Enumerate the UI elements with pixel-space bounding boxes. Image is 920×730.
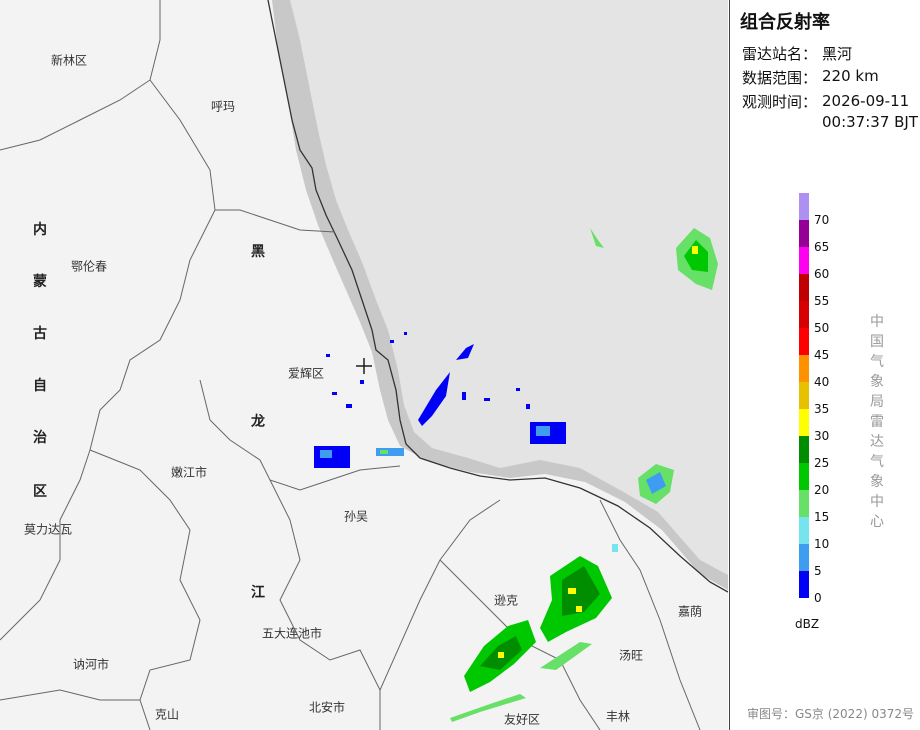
place-label-tangwang: 汤旺 (618, 648, 644, 663)
province-char: 龙 (251, 414, 265, 430)
legend-swatch-65 (799, 220, 809, 247)
organization-char: 气 (870, 354, 884, 370)
echo-cell (576, 606, 582, 612)
organization-char: 国 (870, 334, 884, 350)
color-legend (799, 193, 811, 598)
place-label-youhaoqu: 友好区 (503, 712, 541, 727)
organization-char: 心 (870, 514, 884, 530)
place-label-elunchun: 鄂伦春 (70, 259, 108, 274)
place-label-nenjiangshi: 嫩江市 (170, 465, 208, 480)
organization-char: 局 (870, 394, 884, 410)
legend-swatch-15 (799, 490, 809, 517)
legend-tick-label: 15 (814, 510, 830, 524)
legend-tick-label: 55 (814, 294, 830, 308)
place-label-wudalianchi: 五大连池市 (261, 626, 323, 641)
legend-swatch-70 (799, 193, 809, 220)
legend-swatch-35 (799, 382, 809, 409)
province-char: 古 (33, 326, 47, 342)
place-label-sunwu: 孙吴 (343, 509, 369, 524)
organization-char: 象 (870, 474, 884, 490)
legend-tick-label: 0 (814, 591, 822, 605)
time-label: 观测时间： (742, 93, 818, 111)
organization-vertical: 中国气象局雷达气象中心 (868, 312, 886, 532)
legend-swatch-0 (799, 571, 809, 598)
station-value: 黑河 (822, 45, 853, 63)
legend-swatch-40 (799, 355, 809, 382)
legend-swatch-10 (799, 517, 809, 544)
legend-tick-label: 20 (814, 483, 830, 497)
place-label-jiayin: 嘉荫 (677, 604, 703, 619)
legend-swatch-55 (799, 274, 809, 301)
legend-tick-label: 40 (814, 375, 830, 389)
legend-tick-label: 5 (814, 564, 822, 578)
legend-swatch-45 (799, 328, 809, 355)
time-date: 2026-09-11 (822, 92, 910, 110)
legend-swatch-5 (799, 544, 809, 571)
echo-cell (536, 426, 550, 436)
legend-tick-label: 30 (814, 429, 830, 443)
echo-cell (498, 652, 504, 658)
echo-cell (612, 544, 618, 552)
legend-tick-label: 35 (814, 402, 830, 416)
legend-swatch-30 (799, 409, 809, 436)
time-value: 2026-09-11 00:37:37 BJT (822, 91, 918, 133)
radar-map[interactable]: 新林区 呼玛 鄂伦春 爱辉区 嫩江市 孙吴 莫力达瓦 逊克 嘉荫 五大连池市 汤… (0, 0, 728, 730)
legend-tick-label: 25 (814, 456, 830, 470)
legend-swatch-25 (799, 436, 809, 463)
place-label-xinlinqu: 新林区 (50, 53, 88, 68)
legend-swatch-60 (799, 247, 809, 274)
place-label-xunke: 逊克 (493, 593, 519, 608)
echo-cell (380, 450, 388, 454)
range-label: 数据范围： (742, 69, 818, 87)
legend-tick-label: 50 (814, 321, 830, 335)
place-label-aihuiqu: 爱辉区 (287, 366, 325, 381)
place-label-molidawa: 莫力达瓦 (23, 522, 73, 537)
map-base (0, 0, 728, 730)
place-label-neheshi: 讷河市 (72, 657, 110, 672)
legend-tick-label: 65 (814, 240, 830, 254)
province-char: 内 (33, 222, 47, 238)
organization-char: 雷 (870, 414, 884, 430)
echo-cell (692, 246, 698, 254)
legend-tick-label: 45 (814, 348, 830, 362)
organization-char: 中 (870, 494, 884, 510)
range-value: 220 km (822, 67, 879, 85)
organization-char: 中 (870, 314, 884, 330)
province-char: 蒙 (33, 274, 47, 290)
organization-char: 象 (870, 374, 884, 390)
province-char: 区 (33, 484, 47, 500)
echo-cell (568, 588, 576, 594)
province-char: 自 (33, 378, 47, 394)
legend-unit: dBZ (795, 617, 820, 631)
place-label-fenglin: 丰林 (605, 709, 631, 724)
echo-cell (320, 450, 332, 458)
organization-char: 达 (870, 434, 884, 450)
product-title: 组合反射率 (740, 12, 830, 33)
legend-tick-label: 70 (814, 213, 830, 227)
place-label-huma: 呼玛 (210, 99, 236, 114)
organization-char: 气 (870, 454, 884, 470)
station-label: 雷达站名： (742, 45, 818, 63)
legend-swatch-20 (799, 463, 809, 490)
legend-tick-label: 10 (814, 537, 830, 551)
place-label-beianshi: 北安市 (308, 700, 346, 715)
legend-tick-label: 60 (814, 267, 830, 281)
time-clock: 00:37:37 BJT (822, 113, 919, 131)
legend-swatch-50 (799, 301, 809, 328)
map-approval-number: 审图号：GS京 (2022) 0372号 (747, 707, 914, 721)
province-char: 黑 (251, 244, 265, 260)
info-panel: 组合反射率 雷达站名： 黑河 数据范围： 220 km 观测时间： 2026-0… (729, 0, 920, 730)
province-char: 江 (251, 585, 265, 601)
province-char: 治 (33, 430, 47, 446)
place-label-keshan: 克山 (154, 707, 180, 722)
